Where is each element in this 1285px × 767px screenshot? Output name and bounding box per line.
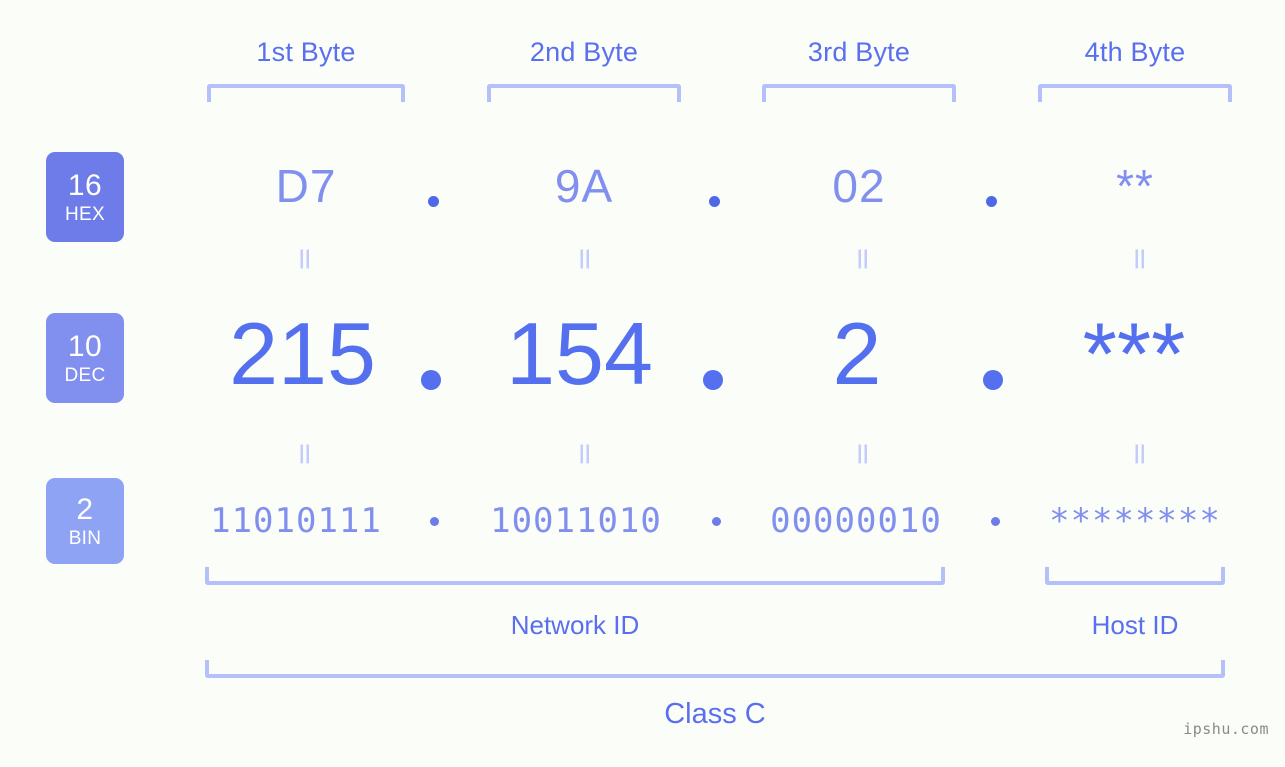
bin-dot-separator-2 — [712, 517, 721, 526]
dec-byte-2: 154 — [506, 304, 653, 403]
dec-byte-3: 2 — [832, 304, 882, 403]
radix-badge-hex-word: HEX — [65, 203, 105, 225]
hex-dot-separator-1 — [428, 196, 439, 207]
bin-byte-1: 11010111 — [210, 501, 382, 541]
dec-dot-separator-1 — [421, 370, 441, 390]
equals-mark-hex-dec-1: = — [287, 246, 323, 272]
hex-dot-separator-2 — [709, 196, 720, 207]
byte-column-label-3: 3rd Byte — [807, 37, 911, 67]
class-bracket — [205, 660, 1225, 678]
host-id-label: Host ID — [1091, 610, 1179, 640]
hex-byte-4: ** — [1116, 160, 1154, 212]
radix-badge-dec: 10 DEC — [46, 313, 124, 403]
byte-bracket-4 — [1038, 84, 1232, 102]
dec-dot-separator-3 — [983, 370, 1003, 390]
bin-byte-4: ******** — [1049, 501, 1221, 541]
byte-column-label-2: 2nd Byte — [529, 37, 639, 67]
byte-bracket-1 — [207, 84, 405, 102]
site-watermark: ipshu.com — [1183, 720, 1269, 738]
host-id-bracket — [1045, 567, 1225, 585]
equals-mark-dec-bin-4: = — [1122, 441, 1158, 467]
hex-dot-separator-3 — [986, 196, 997, 207]
byte-column-label-4: 4th Byte — [1084, 37, 1186, 67]
radix-badge-dec-number: 10 — [67, 329, 103, 363]
class-label: Class C — [664, 698, 766, 730]
radix-badge-hex: 16 HEX — [46, 152, 124, 242]
byte-column-label-1: 1st Byte — [256, 37, 356, 67]
equals-mark-hex-dec-4: = — [1122, 246, 1158, 272]
dec-dot-separator-2 — [703, 370, 723, 390]
ip-breakdown-diagram: 1st Byte 2nd Byte 3rd Byte 4th Byte 16 H… — [0, 0, 1285, 767]
dec-byte-1: 215 — [229, 304, 376, 403]
byte-bracket-3 — [762, 84, 956, 102]
bin-byte-3: 00000010 — [770, 501, 942, 541]
radix-badge-bin: 2 BIN — [46, 478, 124, 564]
radix-badge-bin-number: 2 — [76, 492, 94, 526]
equals-mark-dec-bin-1: = — [287, 441, 323, 467]
bin-dot-separator-3 — [991, 517, 1000, 526]
bin-byte-2: 10011010 — [490, 501, 662, 541]
network-id-label: Network ID — [510, 610, 640, 640]
hex-byte-1: D7 — [275, 160, 337, 212]
hex-byte-3: 02 — [832, 160, 886, 212]
byte-bracket-2 — [487, 84, 681, 102]
radix-badge-dec-word: DEC — [64, 364, 106, 386]
network-id-bracket — [205, 567, 945, 585]
equals-mark-hex-dec-2: = — [567, 246, 603, 272]
equals-mark-dec-bin-2: = — [567, 441, 603, 467]
radix-badge-bin-word: BIN — [68, 527, 102, 549]
hex-byte-2: 9A — [554, 160, 614, 212]
equals-mark-dec-bin-3: = — [845, 441, 881, 467]
equals-mark-hex-dec-3: = — [845, 246, 881, 272]
bin-dot-separator-1 — [430, 517, 439, 526]
radix-badge-hex-number: 16 — [67, 168, 103, 202]
dec-byte-4: *** — [1082, 304, 1186, 403]
